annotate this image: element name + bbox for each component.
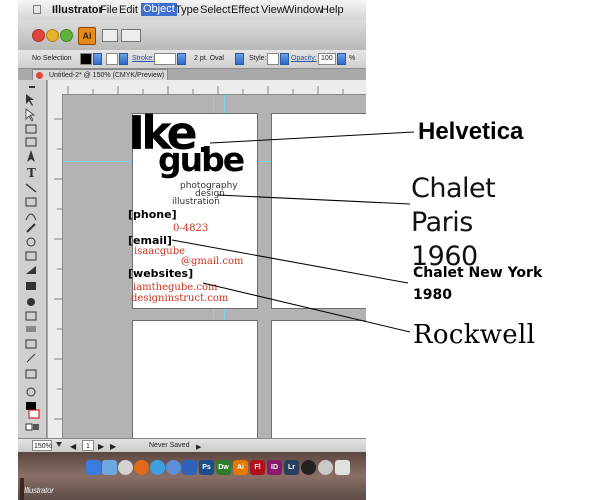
annotation-helvetica: Helvetica (418, 118, 524, 145)
annotation-chalet-paris: Chalet Paris 1960 (411, 173, 496, 272)
annotation-rockwell: Rockwell (413, 320, 536, 350)
leader-line-chalet-new-york (171, 239, 409, 284)
leader-line-helvetica (209, 131, 415, 144)
annotation-chalet-new-york: Chalet New York 1980 (413, 265, 543, 303)
leader-line-rockwell (202, 282, 411, 333)
leader-line-chalet-paris (217, 194, 411, 205)
